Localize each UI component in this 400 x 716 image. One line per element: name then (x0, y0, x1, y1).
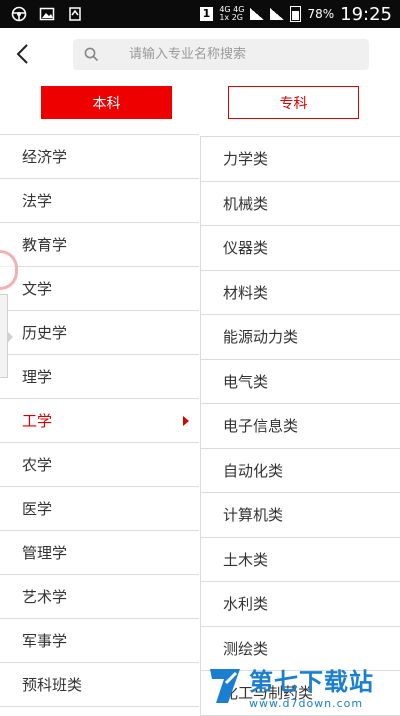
subcategory-item[interactable]: 能源动力类 (201, 315, 400, 360)
category-item[interactable]: 农学 (0, 443, 199, 487)
category-label: 理学 (22, 368, 53, 386)
subcategory-item[interactable]: 电子信息类 (201, 404, 400, 449)
category-item[interactable]: 经济学 (0, 135, 199, 179)
header-bar (0, 28, 400, 80)
category-label: 农学 (22, 456, 53, 474)
subcategory-item[interactable]: 电气类 (201, 360, 400, 404)
category-item[interactable]: 医学 (0, 487, 199, 531)
category-label: 文学 (22, 280, 53, 298)
category-label: 军事学 (22, 632, 68, 650)
subcategory-item[interactable]: 水利类 (201, 582, 400, 627)
network-type: 4G 4G 1x 2G (219, 6, 244, 22)
search-box[interactable] (73, 39, 369, 70)
category-item[interactable]: 理学 (0, 355, 199, 399)
category-item[interactable]: 教育学 (0, 223, 199, 267)
category-label: 医学 (22, 500, 53, 518)
watermark-url: www.d7down.com (249, 696, 364, 710)
category-label: 历史学 (22, 324, 68, 342)
system-indicators: 1 4G 4G 1x 2G 78% 19:25 (199, 3, 400, 25)
category-item[interactable]: 法学 (0, 179, 199, 223)
battery-icon (290, 6, 302, 22)
category-item[interactable]: 艺术学 (0, 575, 199, 619)
category-label: 预科班类 (22, 676, 83, 694)
image-icon (38, 5, 56, 23)
watermark-logo-icon (205, 664, 245, 708)
subcategory-item[interactable]: 机械类 (201, 182, 400, 226)
status-bar: 1 4G 4G 1x 2G 78% 19:25 (0, 0, 400, 28)
subcategory-list: 力学类 机械类 仪器类 材料类 能源动力类 电气类 电子信息类 自动化类 计算机类 土木类 水利类测… (200, 136, 400, 716)
watermark: 第七下载站 www.d7down.com (205, 660, 400, 711)
back-button[interactable] (12, 42, 32, 66)
subcategory-item[interactable]: 仪器类 (201, 226, 400, 271)
caret-right-icon (183, 415, 189, 426)
signal-icon-2 (270, 8, 285, 20)
category-item[interactable]: 管理学 (0, 531, 199, 575)
battery-percent: 78% (307, 7, 335, 21)
recycle-icon (66, 5, 84, 23)
steering-wheel-icon (10, 5, 28, 23)
category-item[interactable]: 工学 (0, 399, 199, 443)
category-item[interactable]: 预科班类 (0, 663, 199, 707)
search-input[interactable] (127, 46, 351, 63)
subcategory-item[interactable]: 材料类 (201, 271, 400, 315)
clock: 19:25 (340, 3, 392, 25)
subcategory-item[interactable]: 自动化类 (201, 449, 400, 493)
subcategory-item[interactable]: 计算机类 (201, 493, 400, 538)
network-type-bottom: 1x 2G (219, 13, 243, 22)
category-label: 艺术学 (22, 588, 68, 606)
chevron-left-icon (16, 44, 28, 64)
category-label: 工学 (22, 412, 53, 430)
category-label: 经济学 (22, 148, 68, 166)
notification-icons (0, 5, 84, 23)
category-label: 教育学 (22, 236, 68, 254)
side-drawer-handle[interactable] (0, 294, 13, 378)
category-list: 经济学法学教育学文学历史学理学工学农学医学管理学艺术学军事学预科班类 (0, 134, 199, 707)
junior-college-tab[interactable]: 专科 (228, 86, 359, 119)
subcategory-item[interactable]: 土木类 (201, 538, 400, 582)
signal-icon (250, 8, 265, 20)
watermark-title: 第七下载站 (249, 667, 374, 696)
category-item[interactable]: 文学 (0, 267, 199, 311)
subcategory-item[interactable]: 力学类 (201, 137, 400, 182)
undergrad-tab[interactable]: 本科 (41, 86, 172, 119)
category-item[interactable]: 历史学 (0, 311, 199, 355)
category-label: 管理学 (22, 544, 68, 562)
sim-slot-badge: 1 (199, 7, 214, 21)
search-icon (83, 47, 99, 63)
category-label: 法学 (22, 192, 53, 210)
category-item[interactable]: 军事学 (0, 619, 199, 663)
